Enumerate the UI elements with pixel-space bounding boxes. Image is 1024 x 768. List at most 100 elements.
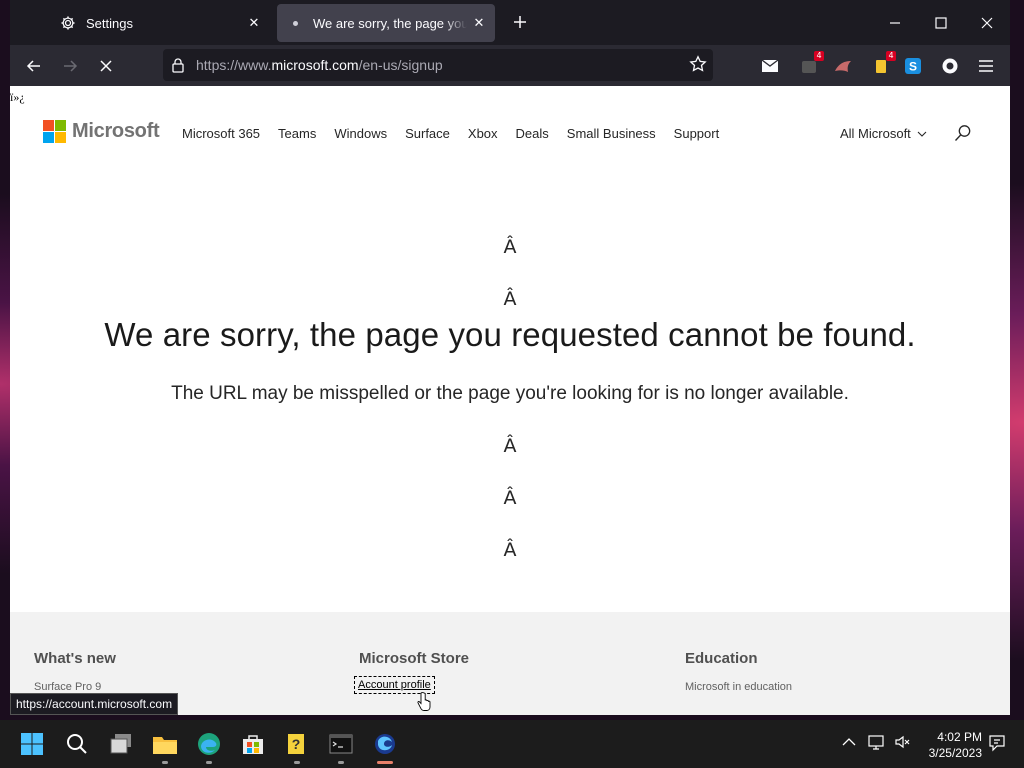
taskbar-clock[interactable]: 4:02 PM 3/25/2023	[922, 729, 982, 761]
microsoft-squares-icon	[43, 120, 66, 143]
tab-title: Settings	[86, 15, 133, 31]
url-text: https://www.microsoft.com/en-us/signup	[196, 57, 443, 73]
nav-small-business[interactable]: Small Business	[567, 126, 656, 141]
forward-button[interactable]	[55, 51, 85, 81]
nav-support[interactable]: Support	[674, 126, 720, 141]
close-window-button[interactable]	[972, 8, 1002, 38]
navigation-toolbar: https://www.microsoft.com/en-us/signup 4…	[10, 45, 1010, 86]
chevron-down-icon	[918, 131, 927, 137]
question-help-icon: ?	[288, 734, 304, 754]
microsoft-store-icon	[243, 735, 263, 754]
nav-xbox[interactable]: Xbox	[468, 126, 498, 141]
back-button[interactable]	[19, 51, 49, 81]
search-button[interactable]	[954, 124, 972, 142]
nav-windows[interactable]: Windows	[334, 126, 387, 141]
footer-link-microsoft-in-education[interactable]: Microsoft in education	[685, 681, 792, 693]
tab-title: We are sorry, the page you requested can…	[313, 15, 467, 31]
maximize-button[interactable]	[926, 8, 956, 38]
browser-window: Settings ✕ We are sorry, the page you re…	[10, 0, 1010, 715]
windows-logo-icon	[21, 733, 43, 755]
search-icon	[954, 125, 971, 141]
clock-date: 3/25/2023	[928, 746, 982, 760]
all-microsoft-dropdown[interactable]: All Microsoft	[840, 126, 927, 141]
footer-link-surface-pro-9[interactable]: Surface Pro 9	[34, 681, 101, 693]
stray-glyph: Â	[503, 435, 517, 457]
firefox-nightly-icon	[375, 734, 395, 754]
new-tab-button[interactable]	[508, 10, 532, 34]
footer-heading: What's new	[34, 650, 116, 667]
nav-deals[interactable]: Deals	[516, 126, 549, 141]
gear-icon	[60, 15, 76, 31]
forward-arrow-icon	[64, 60, 78, 72]
clock-time: 4:02 PM	[937, 730, 982, 744]
stray-glyph: Â	[503, 288, 517, 310]
stray-glyph: Â	[503, 539, 517, 561]
notification-center-icon[interactable]	[988, 734, 1006, 757]
terminal-taskbar-icon[interactable]	[327, 730, 355, 764]
search-icon	[67, 734, 87, 754]
terminal-icon	[329, 734, 353, 754]
footer-column-whats-new: What's new Surface Pro 9	[34, 650, 116, 695]
taskbar-search-button[interactable]	[63, 730, 91, 758]
plus-icon	[514, 16, 526, 28]
yellow-extension-icon[interactable]: 4	[870, 51, 896, 77]
circle-extension-icon[interactable]	[939, 55, 961, 77]
web-page: ï»¿ Microsoft Microsoft 365 Teams Window…	[10, 86, 1010, 715]
nav-teams[interactable]: Teams	[278, 126, 316, 141]
loading-dot-icon	[287, 15, 303, 31]
stop-icon	[100, 60, 112, 72]
link-status-tooltip: https://account.microsoft.com	[10, 693, 179, 715]
tab-error-page[interactable]: We are sorry, the page you requested can…	[277, 4, 495, 42]
mail-icon[interactable]	[759, 55, 781, 77]
minimize-button[interactable]	[880, 8, 910, 38]
footer-heading: Education	[685, 650, 758, 667]
nav-surface[interactable]: Surface	[405, 126, 450, 141]
footer-column-education: Education Microsoft in education	[685, 650, 792, 695]
show-hidden-icons-button[interactable]	[842, 734, 856, 752]
browser-taskbar-icon[interactable]	[371, 730, 399, 764]
hamburger-menu-icon[interactable]	[975, 55, 997, 77]
help-taskbar-icon[interactable]: ?	[283, 730, 311, 764]
red-badge-extension-icon[interactable]: 4	[798, 51, 824, 77]
microsoft-logo[interactable]: Microsoft	[43, 120, 160, 143]
close-tab-icon[interactable]: ✕	[242, 11, 266, 35]
tab-settings[interactable]: Settings ✕	[50, 4, 270, 42]
bookmark-star-icon[interactable]	[689, 55, 707, 78]
error-title: We are sorry, the page you requested can…	[104, 316, 916, 353]
file-explorer-taskbar-icon[interactable]	[151, 730, 179, 764]
stray-glyph: Â	[503, 236, 517, 258]
error-subtitle: The URL may be misspelled or the page yo…	[171, 383, 849, 404]
logo-text: Microsoft	[72, 120, 160, 142]
close-tab-icon[interactable]: ✕	[467, 11, 491, 35]
task-view-icon	[110, 734, 131, 754]
nav-microsoft-365[interactable]: Microsoft 365	[182, 126, 260, 141]
volume-muted-icon[interactable]	[894, 734, 912, 755]
edge-taskbar-icon[interactable]	[195, 730, 223, 764]
lock-icon	[171, 57, 185, 78]
address-bar[interactable]: https://www.microsoft.com/en-us/signup	[163, 49, 713, 81]
edge-browser-icon	[198, 733, 220, 755]
bom-artifact-text: ï»¿	[10, 90, 25, 104]
tab-strip: Settings ✕ We are sorry, the page you re…	[10, 0, 1010, 45]
chevron-up-icon	[842, 738, 856, 746]
stop-loading-button[interactable]	[91, 51, 121, 81]
footer-link-account-profile[interactable]: Account profile	[354, 676, 435, 694]
back-arrow-icon	[26, 60, 40, 72]
footer-heading: Microsoft Store	[359, 650, 470, 667]
taskbar: ? 4:02 PM 3/25/2023	[0, 720, 1024, 768]
task-view-button[interactable]	[107, 730, 135, 758]
store-taskbar-icon[interactable]	[239, 730, 267, 758]
network-icon[interactable]	[868, 734, 886, 755]
minimize-icon	[890, 22, 900, 24]
top-navigation: Microsoft 365 Teams Windows Surface Xbox…	[182, 126, 737, 141]
skype-icon[interactable]: S	[902, 55, 924, 77]
close-icon	[981, 17, 993, 29]
hand-cursor-icon	[417, 692, 431, 715]
start-button[interactable]	[18, 730, 46, 758]
footer-column-microsoft-store: Microsoft Store Account profile	[354, 650, 470, 694]
svg-text:S: S	[909, 60, 917, 74]
stray-glyph: Â	[503, 487, 517, 509]
svg-text:?: ?	[292, 736, 301, 752]
folder-icon	[153, 737, 177, 754]
shark-extension-icon[interactable]	[832, 55, 854, 77]
